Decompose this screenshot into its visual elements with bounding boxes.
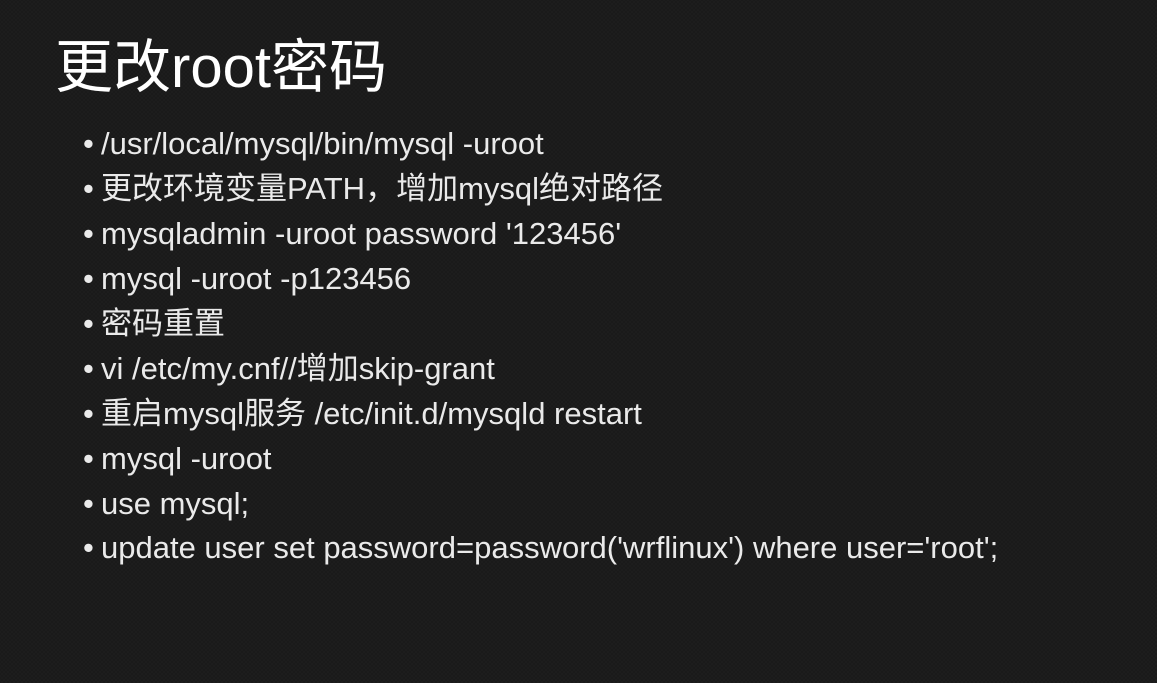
bullet-list: /usr/local/mysql/bin/mysql -uroot 更改环境变量…	[55, 122, 1102, 571]
list-item: mysql -uroot	[73, 437, 1102, 482]
slide-title: 更改root密码	[55, 20, 1102, 104]
list-item: use mysql;	[73, 482, 1102, 527]
list-item: vi /etc/my.cnf//增加skip-grant	[73, 347, 1102, 392]
list-item: /usr/local/mysql/bin/mysql -uroot	[73, 122, 1102, 167]
list-item: 更改环境变量PATH，增加mysql绝对路径	[73, 167, 1102, 212]
list-item: 密码重置	[73, 302, 1102, 347]
list-item: 重启mysql服务 /etc/init.d/mysqld restart	[73, 392, 1102, 437]
list-item: update user set password=password('wrfli…	[73, 526, 1102, 571]
list-item: mysqladmin -uroot password '123456'	[73, 212, 1102, 257]
list-item: mysql -uroot -p123456	[73, 257, 1102, 302]
